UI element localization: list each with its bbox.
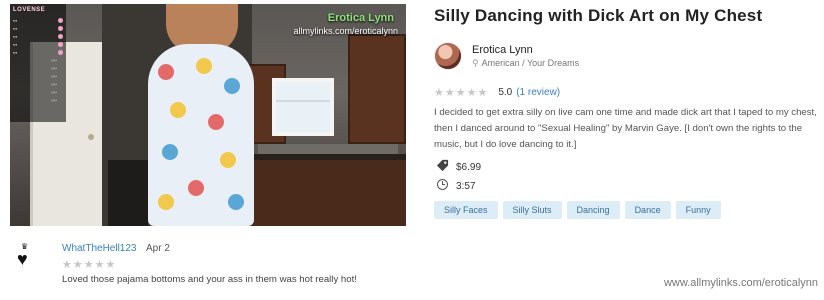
scene-door-knob xyxy=(88,134,94,140)
reviewer-username[interactable]: WhatTheHell123 xyxy=(62,243,136,254)
listing-description: I decided to get extra silly on live cam… xyxy=(434,107,817,150)
scene-stool xyxy=(108,160,148,226)
review-text: Loved those pajama bottoms and your ass … xyxy=(62,274,357,285)
rating-score: 5.0 xyxy=(498,87,513,98)
listing-price: $6.99 xyxy=(456,161,482,173)
video-watermark-name: Erotica Lynn xyxy=(327,12,394,24)
creator-name[interactable]: Erotica Lynn xyxy=(472,44,533,56)
rating-stars-icon: ★★★★★ xyxy=(434,87,489,99)
listing-rating: ★★★★★ 5.0 (1 review) xyxy=(434,86,560,99)
listing-price-row: $6.99 xyxy=(434,159,481,175)
tag-list: Silly Faces Silly Sluts Dancing Dance Fu… xyxy=(434,201,721,219)
scene-counter xyxy=(246,154,406,226)
video-thumbnail[interactable]: LOVENSE ▪▪▪ ▪▪▪ ▪▪▪ ▪▪▪ ▪▪▪ 〰 〰 〰 〰 〰 〰 … xyxy=(10,4,406,226)
heart-icon: ♥ xyxy=(17,249,28,269)
tag-silly-sluts[interactable]: Silly Sluts xyxy=(502,201,562,219)
creator-avatar[interactable] xyxy=(434,42,462,70)
clock-icon xyxy=(434,179,450,193)
reviews-link[interactable]: (1 review) xyxy=(516,87,560,98)
creator-location-text: American / Your Dreams xyxy=(481,58,580,68)
listing-title: Silly Dancing with Dick Art on My Chest xyxy=(434,6,763,25)
location-pin-icon: ⚲ xyxy=(472,58,479,68)
overlay-logo: LOVENSE xyxy=(13,7,46,13)
scene-figure-pajamas xyxy=(148,44,254,226)
review-stars-icon: ★★★★★ xyxy=(62,259,117,271)
cam-overlay-panel: LOVENSE ▪▪▪ ▪▪▪ ▪▪▪ ▪▪▪ ▪▪▪ 〰 〰 〰 〰 〰 〰 xyxy=(10,4,66,122)
reviewer-avatar: ♛ ♥ xyxy=(16,242,38,268)
listing-duration-row: 3:57 xyxy=(434,179,475,193)
video-watermark-url: allmylinks.com/eroticalynn xyxy=(293,26,398,36)
footer-url: www.allmylinks.com/eroticalynn xyxy=(663,277,818,289)
tag-silly-faces[interactable]: Silly Faces xyxy=(434,201,498,219)
tag-dance[interactable]: Dance xyxy=(624,201,671,219)
price-tag-icon xyxy=(434,159,450,175)
scene-window xyxy=(272,78,334,136)
listing-duration: 3:57 xyxy=(456,180,476,192)
review-item: ♛ ♥ WhatTheHell123 Apr 2 ★★★★★ Loved tho… xyxy=(14,240,474,292)
creator-location: ⚲ American / Your Dreams xyxy=(472,58,579,69)
scene-cabinet-right xyxy=(348,34,406,144)
tag-funny[interactable]: Funny xyxy=(675,201,721,219)
tag-dancing[interactable]: Dancing xyxy=(566,201,620,219)
review-date: Apr 2 xyxy=(146,243,170,254)
